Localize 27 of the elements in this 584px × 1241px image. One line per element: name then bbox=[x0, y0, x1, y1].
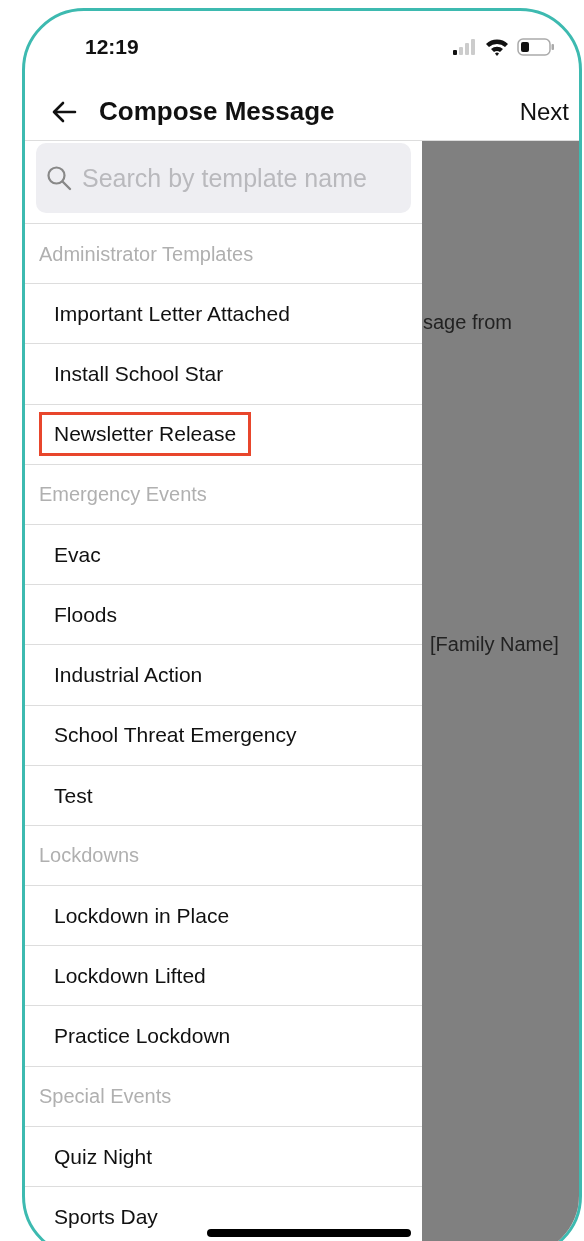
battery-icon bbox=[517, 38, 555, 56]
section-header: Special Events bbox=[39, 1084, 172, 1110]
next-button[interactable]: Next bbox=[519, 93, 569, 130]
template-item[interactable]: Newsletter Release bbox=[39, 412, 252, 456]
screen-title: Compose Message bbox=[99, 95, 335, 128]
signal-icon bbox=[453, 39, 477, 55]
section-header: Emergency Events bbox=[39, 482, 207, 508]
message-text: [Family Name] bbox=[430, 632, 559, 657]
section-header: Lockdowns bbox=[39, 843, 140, 869]
template-item[interactable]: Quiz Night bbox=[39, 1134, 168, 1179]
back-arrow-icon[interactable] bbox=[51, 100, 77, 123]
template-item[interactable]: Test bbox=[39, 773, 108, 818]
template-item[interactable]: Install School Star bbox=[39, 352, 239, 396]
template-item[interactable]: School Threat Emergency bbox=[39, 713, 312, 757]
search-icon bbox=[46, 165, 72, 191]
section-header: Administrator Templates bbox=[39, 241, 254, 267]
template-item[interactable]: Important Letter Attached bbox=[39, 292, 305, 336]
template-item[interactable]: Evac bbox=[39, 532, 116, 577]
template-item[interactable]: Lockdown Lifted bbox=[39, 954, 221, 998]
wifi-icon bbox=[485, 38, 509, 56]
template-item[interactable]: Sports Day bbox=[39, 1194, 173, 1239]
status-time: 12:19 bbox=[85, 34, 139, 61]
template-item[interactable]: Practice Lockdown bbox=[39, 1014, 246, 1058]
template-item[interactable]: Industrial Action bbox=[39, 653, 218, 697]
message-text: sage from bbox=[423, 310, 512, 335]
template-item[interactable]: Lockdown in Place bbox=[39, 893, 245, 938]
template-item[interactable]: Floods bbox=[39, 592, 133, 637]
